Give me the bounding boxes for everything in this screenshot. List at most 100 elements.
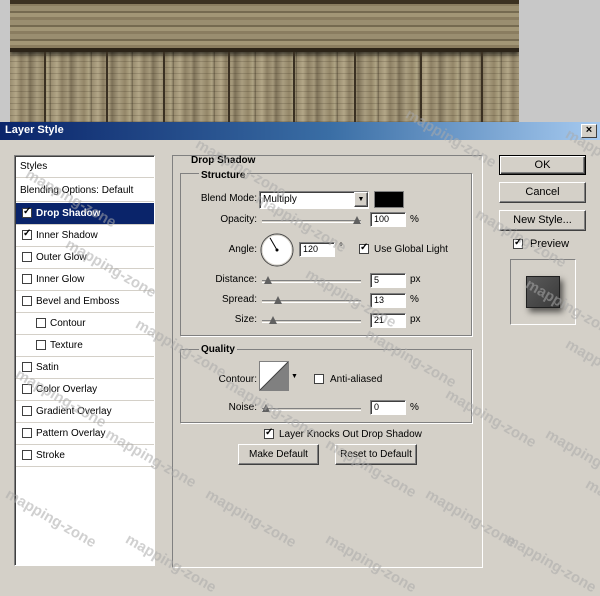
style-item-texture[interactable]: Texture (16, 335, 154, 357)
title-bar: Layer Style × (0, 122, 600, 140)
style-item-label: Bevel and Emboss (36, 296, 120, 307)
anti-aliased-checkbox[interactable] (314, 374, 324, 384)
angle-dial[interactable] (259, 232, 295, 268)
style-item-label: Inner Glow (36, 274, 85, 285)
new-style-button[interactable]: New Style... (499, 210, 586, 231)
noise-label: Noise: (228, 402, 257, 413)
opacity-label: Opacity: (220, 214, 257, 225)
window-title: Layer Style (5, 124, 64, 136)
style-item-label: Satin (36, 362, 59, 373)
size-slider[interactable] (262, 316, 361, 324)
style-item-drop-shadow[interactable]: Drop Shadow (16, 203, 154, 225)
wood-top-edge (10, 0, 519, 4)
style-item-label: Drop Shadow (36, 208, 101, 219)
noise-slider[interactable] (262, 404, 361, 412)
style-item-label: Outer Glow (36, 252, 87, 263)
style-item-stroke[interactable]: Stroke (16, 445, 154, 467)
use-global-light-checkbox[interactable] (359, 242, 369, 254)
angle-input[interactable]: 120 (299, 242, 335, 257)
reset-default-button[interactable]: Reset to Default (335, 444, 417, 465)
style-item-checkbox[interactable] (36, 340, 46, 350)
distance-slider-thumb[interactable] (263, 276, 272, 284)
blending-options-label: Blending Options: Default (20, 185, 134, 196)
style-item-checkbox[interactable] (22, 252, 32, 262)
plank-gap (481, 52, 483, 122)
size-input[interactable]: 21 (370, 313, 406, 328)
style-item-checkbox[interactable] (22, 384, 32, 394)
knocks-out-label: Layer Knocks Out Drop Shadow (279, 429, 422, 440)
contour-label: Contour: (218, 374, 257, 385)
style-item-label: Stroke (36, 450, 65, 461)
cancel-button[interactable]: Cancel (499, 182, 586, 203)
style-item-checkbox[interactable] (22, 274, 32, 284)
structure-title: Structure (199, 170, 248, 181)
style-item-label: Pattern Overlay (36, 428, 106, 439)
style-item-gradient-overlay[interactable]: Gradient Overlay (16, 401, 154, 423)
style-item-outer-glow[interactable]: Outer Glow (16, 247, 154, 269)
style-item-label: Inner Shadow (36, 230, 98, 241)
style-item-contour[interactable]: Contour (16, 313, 154, 335)
watermark-text: mapping-zone (582, 475, 600, 542)
wood-texture-image (10, 0, 519, 122)
noise-slider-thumb[interactable] (262, 404, 270, 412)
watermark-text: mapping-zone (562, 335, 600, 402)
distance-slider[interactable] (262, 276, 361, 284)
chevron-down-icon[interactable]: ▼ (354, 192, 368, 207)
opacity-input[interactable]: 100 (370, 212, 406, 227)
style-item-inner-glow[interactable]: Inner Glow (16, 269, 154, 291)
style-item-checkbox[interactable] (22, 228, 32, 240)
blend-mode-label: Blend Mode: (200, 193, 257, 204)
contour-picker[interactable] (259, 361, 289, 391)
close-button[interactable]: × (581, 124, 597, 138)
plank-gap (354, 52, 356, 122)
style-item-checkbox[interactable] (22, 206, 32, 218)
angle-unit: ° (339, 242, 343, 253)
size-unit: px (410, 314, 421, 325)
style-item-color-overlay[interactable]: Color Overlay (16, 379, 154, 401)
ok-button[interactable]: OK (499, 155, 586, 175)
noise-input[interactable]: 0 (370, 400, 406, 415)
noise-unit: % (410, 402, 419, 413)
style-item-checkbox[interactable] (22, 450, 32, 460)
style-item-label: Gradient Overlay (36, 406, 112, 417)
preview-swatch (526, 276, 560, 308)
style-item-checkbox[interactable] (22, 406, 32, 416)
spread-input[interactable]: 13 (370, 293, 406, 308)
opacity-slider-thumb[interactable] (353, 216, 361, 224)
style-item-inner-shadow[interactable]: Inner Shadow (16, 225, 154, 247)
style-item-checkbox[interactable] (22, 296, 32, 306)
plank-gap (106, 52, 108, 122)
style-item-checkbox[interactable] (36, 318, 46, 328)
blending-options-item[interactable]: Blending Options: Default (16, 180, 154, 202)
contour-chevron-icon[interactable]: ▼ (291, 373, 298, 380)
styles-header-label: Styles (20, 161, 48, 172)
watermark-text: mapping-zone (502, 530, 600, 596)
style-item-checkbox[interactable] (22, 362, 32, 372)
knocks-out-checkbox[interactable] (264, 427, 274, 439)
canvas-background (0, 0, 600, 122)
style-item-label: Texture (50, 340, 83, 351)
style-item-label: Color Overlay (36, 384, 98, 395)
style-item-pattern-overlay[interactable]: Pattern Overlay (16, 423, 154, 445)
plank-gap (228, 52, 230, 122)
spread-slider-thumb[interactable] (273, 296, 282, 304)
blend-mode-select[interactable]: Multiply ▼ (259, 191, 369, 209)
distance-input[interactable]: 5 (370, 273, 406, 288)
shadow-color-swatch[interactable] (374, 191, 404, 208)
size-slider-thumb[interactable] (269, 316, 278, 324)
styles-list: Styles Blending Options: Default Drop Sh… (14, 155, 155, 566)
spread-slider[interactable] (262, 296, 361, 304)
style-item-label: Contour (50, 318, 86, 329)
styles-header[interactable]: Styles (16, 156, 154, 178)
contour-linear-icon (259, 361, 289, 391)
style-item-bevel-and-emboss[interactable]: Bevel and Emboss (16, 291, 154, 313)
spread-unit: % (410, 294, 419, 305)
opacity-slider[interactable] (262, 216, 361, 224)
style-item-checkbox[interactable] (22, 428, 32, 438)
plank-gap (293, 52, 295, 122)
make-default-button[interactable]: Make Default (238, 444, 319, 465)
watermark-text: mapping-zone (542, 425, 600, 492)
preview-checkbox[interactable] (513, 237, 523, 249)
style-item-satin[interactable]: Satin (16, 357, 154, 379)
size-label: Size: (234, 314, 257, 325)
